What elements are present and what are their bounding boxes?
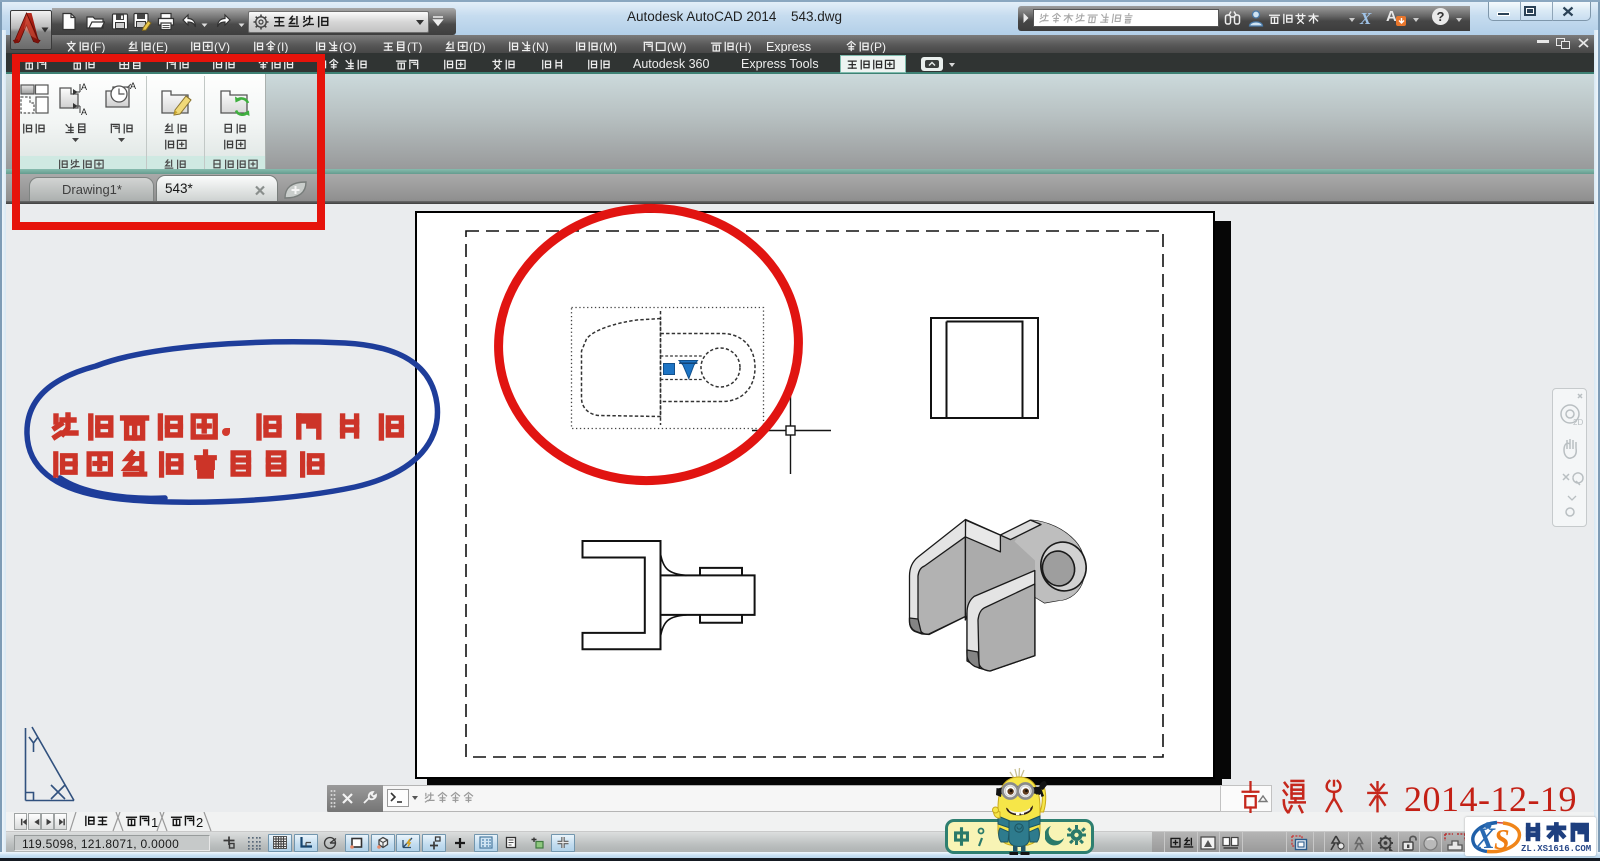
svg-text:X: X xyxy=(1474,822,1496,855)
svg-text:S: S xyxy=(1494,825,1510,855)
svg-text:2D: 2D xyxy=(1573,418,1583,427)
